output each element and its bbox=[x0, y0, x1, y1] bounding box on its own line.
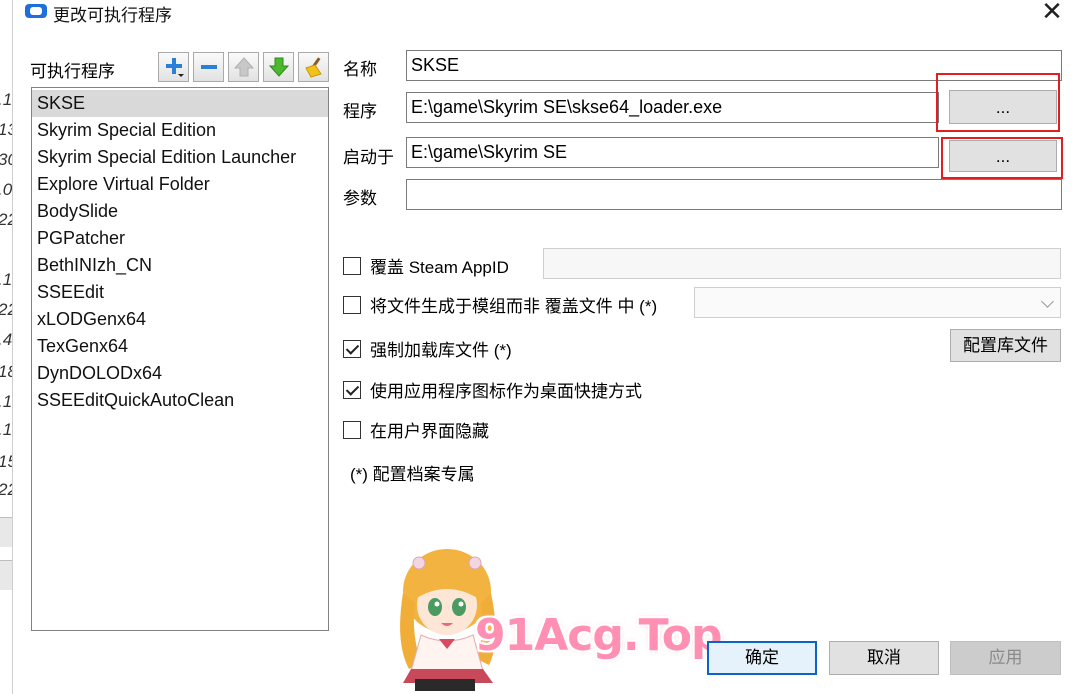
cancel-button[interactable]: 取消 bbox=[829, 641, 939, 675]
bg-fragment: 30 bbox=[0, 150, 12, 170]
list-item[interactable]: SSEEditQuickAutoClean bbox=[32, 387, 328, 414]
program-browse-button[interactable]: ... bbox=[949, 90, 1057, 124]
remove-icon bbox=[200, 65, 217, 69]
arguments-field[interactable] bbox=[406, 179, 1062, 210]
override-steam-checkbox[interactable] bbox=[343, 256, 361, 275]
hide-ui-checkbox[interactable] bbox=[343, 420, 361, 439]
close-button[interactable]: ✕ bbox=[1038, 0, 1066, 26]
window-title: 更改可执行程序 bbox=[53, 6, 172, 25]
move-up-button[interactable] bbox=[228, 52, 259, 82]
force-load-option[interactable]: 强制加载库文件 (*) bbox=[343, 336, 512, 361]
list-item[interactable]: TexGenx64 bbox=[32, 333, 328, 360]
list-item[interactable]: DynDOLODx64 bbox=[32, 360, 328, 387]
move-up-icon bbox=[233, 57, 254, 77]
watermark-text: 91Acg.Top bbox=[475, 610, 722, 661]
add-executable-button[interactable] bbox=[158, 52, 189, 82]
force-load-label: 强制加载库文件 (*) bbox=[370, 341, 512, 360]
override-steam-label: 覆盖 Steam AppID bbox=[370, 258, 509, 277]
profile-note: (*) 配置档案专属 bbox=[350, 465, 475, 484]
use-icon-option[interactable]: 使用应用程序图标作为桌面快捷方式 bbox=[343, 377, 642, 402]
ok-button[interactable]: 确定 bbox=[707, 641, 817, 675]
hide-ui-label: 在用户界面隐藏 bbox=[370, 422, 489, 441]
move-down-icon bbox=[268, 57, 289, 77]
start-in-field[interactable]: E:\game\Skyrim SE bbox=[406, 137, 939, 168]
list-item[interactable]: Explore Virtual Folder bbox=[32, 171, 328, 198]
move-down-button[interactable] bbox=[263, 52, 294, 82]
bg-fragment: .1 bbox=[0, 392, 13, 411]
start-in-label: 启动于 bbox=[343, 148, 394, 167]
mod-select[interactable] bbox=[694, 287, 1061, 318]
hide-ui-option[interactable]: 在用户界面隐藏 bbox=[343, 417, 489, 442]
use-icon-label: 使用应用程序图标作为桌面快捷方式 bbox=[370, 382, 642, 401]
steam-appid-field[interactable] bbox=[543, 248, 1061, 279]
list-item[interactable]: SKSE bbox=[32, 90, 328, 117]
executables-list[interactable]: SKSE Skyrim Special Edition Skyrim Speci… bbox=[31, 87, 329, 631]
list-item[interactable]: xLODGenx64 bbox=[32, 306, 328, 333]
clean-icon bbox=[304, 57, 322, 78]
name-label: 名称 bbox=[343, 60, 377, 79]
bg-fragment: .1 bbox=[0, 420, 13, 439]
bg-fragment: .1 bbox=[0, 270, 13, 289]
background-window: .1 13 30 .0 22 .1 22 .4 18 .1 .1 15 22 bbox=[0, 0, 13, 694]
list-item[interactable]: Skyrim Special Edition Launcher bbox=[32, 144, 328, 171]
program-label: 程序 bbox=[343, 102, 377, 121]
bg-fragment: 18 bbox=[0, 362, 12, 382]
list-item[interactable]: SSEEdit bbox=[32, 279, 328, 306]
executables-label: 可执行程序 bbox=[30, 62, 115, 81]
override-steam-option[interactable]: 覆盖 Steam AppID bbox=[343, 253, 509, 278]
apply-button[interactable]: 应用 bbox=[950, 641, 1061, 675]
bg-fragment: 22 bbox=[0, 300, 12, 320]
list-item[interactable]: BethINIzh_CN bbox=[32, 252, 328, 279]
arguments-label: 参数 bbox=[343, 189, 377, 208]
create-files-checkbox[interactable] bbox=[343, 295, 361, 314]
bg-bar bbox=[0, 560, 12, 590]
create-files-label: 将文件生成于模组而非 覆盖文件 中 (*) bbox=[370, 297, 658, 316]
create-files-option[interactable]: 将文件生成于模组而非 覆盖文件 中 (*) bbox=[343, 292, 657, 317]
bg-fragment: 15 bbox=[0, 452, 12, 472]
title-bar: 更改可执行程序 ✕ bbox=[13, 0, 1076, 28]
bg-bar bbox=[0, 517, 12, 547]
app-icon bbox=[25, 4, 47, 18]
bg-fragment: .4 bbox=[0, 330, 13, 349]
configure-libraries-button[interactable]: 配置库文件 bbox=[950, 329, 1061, 362]
bg-fragment: 13 bbox=[0, 120, 12, 140]
name-field[interactable]: SKSE bbox=[406, 50, 1062, 81]
chevron-down-icon bbox=[1041, 295, 1054, 308]
add-icon bbox=[165, 58, 184, 77]
list-item[interactable]: PGPatcher bbox=[32, 225, 328, 252]
clean-button[interactable] bbox=[298, 52, 329, 82]
start-in-browse-button[interactable]: ... bbox=[949, 140, 1057, 172]
bg-fragment: .0 bbox=[0, 180, 13, 199]
list-item[interactable]: Skyrim Special Edition bbox=[32, 117, 328, 144]
remove-executable-button[interactable] bbox=[193, 52, 224, 82]
bg-fragment: 22 bbox=[0, 210, 12, 230]
list-item[interactable]: BodySlide bbox=[32, 198, 328, 225]
program-field[interactable]: E:\game\Skyrim SE\skse64_loader.exe bbox=[406, 92, 939, 123]
force-load-checkbox[interactable] bbox=[343, 339, 361, 358]
use-icon-checkbox[interactable] bbox=[343, 380, 361, 399]
bg-fragment: 22 bbox=[0, 480, 12, 500]
bg-fragment: .1 bbox=[0, 90, 13, 109]
